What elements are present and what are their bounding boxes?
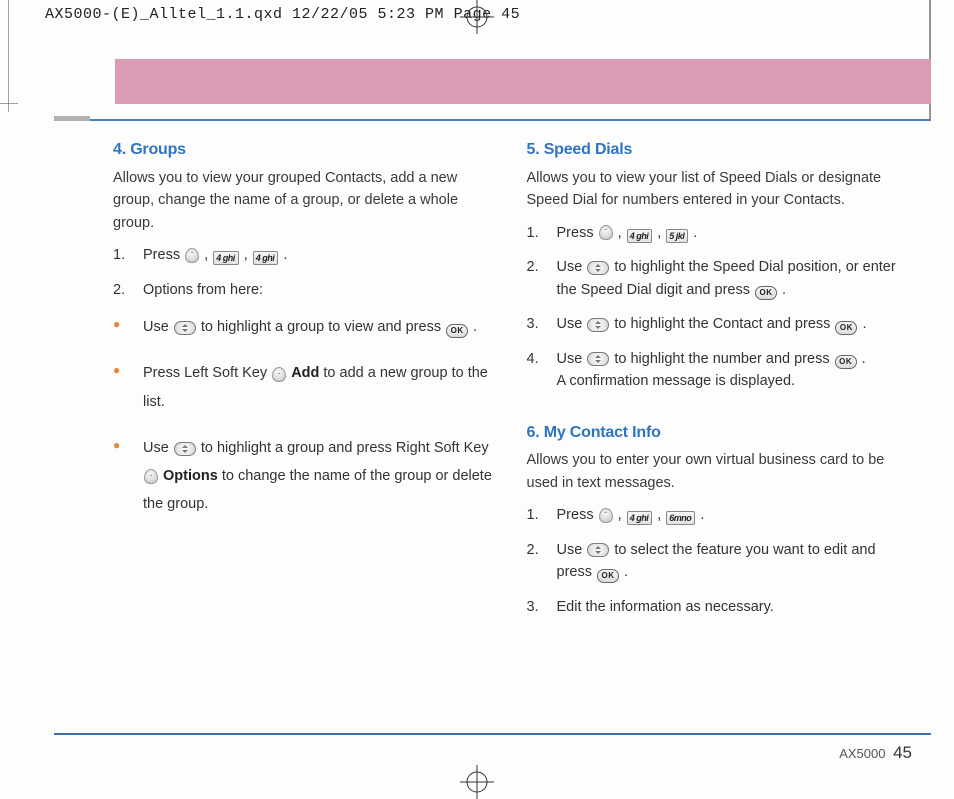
section-intro: Allows you to view your list of Speed Di…: [527, 167, 913, 212]
section-title: 5. Speed Dials: [527, 138, 913, 163]
section-title: 6. My Contact Info: [527, 421, 913, 446]
text-run: ,: [244, 247, 252, 263]
header-color-band: [115, 59, 931, 104]
text-run: ,: [657, 225, 665, 241]
ok-key-icon: OK: [835, 355, 857, 369]
softkey-icon: [144, 469, 158, 484]
bold-text: Add: [291, 365, 319, 381]
content-columns: 4. Groups Allows you to view your groupe…: [113, 138, 912, 719]
text-run: ,: [657, 507, 665, 523]
header-tick: [54, 116, 90, 121]
text-run: .: [624, 564, 628, 580]
step-item: Press , 4 ghi , 5 jkl .: [527, 222, 913, 244]
text-run: Use: [557, 259, 587, 275]
text-run: Use: [143, 319, 173, 335]
registration-mark-bottom-icon: [460, 765, 494, 799]
footer-model: AX5000: [839, 746, 885, 761]
bullet-item: Use to highlight a group to view and pre…: [113, 313, 499, 341]
softkey-icon: [272, 367, 286, 382]
key-6-icon: 6mno: [666, 511, 695, 525]
key-4-icon: 4 ghi: [213, 251, 239, 265]
key-4-icon: 4 ghi: [627, 229, 653, 243]
registration-mark-top-icon: [460, 0, 494, 34]
crop-mark-icon: [0, 103, 18, 104]
footer-page-number: 45: [893, 743, 912, 762]
text-run: ,: [204, 247, 212, 263]
section-intro: Allows you to view your grouped Contacts…: [113, 167, 499, 234]
text-run: ,: [618, 225, 626, 241]
section-intro: Allows you to enter your own virtual bus…: [527, 449, 913, 494]
left-column: 4. Groups Allows you to view your groupe…: [113, 138, 499, 719]
nav-key-icon: [587, 318, 609, 332]
step-item: Press , 4 ghi , 4 ghi .: [113, 244, 499, 266]
nav-key-icon: [174, 442, 196, 456]
print-slug: AX5000-(E)_Alltel_1.1.qxd 12/22/05 5:23 …: [45, 6, 520, 23]
section-4-groups: 4. Groups Allows you to view your groupe…: [113, 138, 499, 519]
text-run: to highlight a group to view and press: [201, 319, 445, 335]
text-run: Press: [143, 247, 184, 263]
text-run: to highlight the number and press: [614, 351, 833, 367]
step-item: Options from here:: [113, 279, 499, 301]
key-5-icon: 5 jkl: [666, 229, 688, 243]
key-4-icon: 4 ghi: [627, 511, 653, 525]
text-run: ,: [618, 507, 626, 523]
text-run: Use: [557, 542, 587, 558]
softkey-icon: [599, 508, 613, 523]
nav-key-icon: [587, 261, 609, 275]
text-run: Edit the information as necessary.: [557, 599, 774, 615]
text-run: .: [473, 319, 477, 335]
step-item: Use to highlight the Contact and press O…: [527, 313, 913, 335]
text-run: Press: [557, 225, 598, 241]
text-run: .: [693, 225, 697, 241]
text-run: Press Left Soft Key: [143, 365, 271, 381]
step-item: Use to highlight the number and press OK…: [527, 348, 913, 393]
text-run: .: [862, 316, 866, 332]
bold-text: Options: [163, 468, 218, 484]
text-run: Use: [143, 440, 173, 456]
ok-key-icon: OK: [835, 321, 857, 335]
bullet-item: Use to highlight a group and press Right…: [113, 434, 499, 519]
step-item: Edit the information as necessary.: [527, 596, 913, 618]
text-run: to highlight a group and press Right Sof…: [201, 440, 489, 456]
text-run: .: [862, 351, 866, 367]
section-6-my-contact-info: 6. My Contact Info Allows you to enter y…: [527, 421, 913, 619]
text-run: Press: [557, 507, 598, 523]
ok-key-icon: OK: [755, 286, 777, 300]
text-run: A confirmation message is displayed.: [557, 373, 796, 389]
step-item: Press , 4 ghi , 6mno .: [527, 504, 913, 526]
section-5-speed-dials: 5. Speed Dials Allows you to view your l…: [527, 138, 913, 393]
text-run: to highlight the Contact and press: [614, 316, 834, 332]
text-run: Use: [557, 316, 587, 332]
text-run: .: [700, 507, 704, 523]
key-4-icon: 4 ghi: [253, 251, 279, 265]
ok-key-icon: OK: [597, 569, 619, 583]
softkey-icon: [599, 225, 613, 240]
text-run: .: [782, 282, 786, 298]
text-run: Options from here:: [143, 282, 263, 298]
softkey-icon: [185, 248, 199, 263]
step-item: Use to select the feature you want to ed…: [527, 539, 913, 584]
nav-key-icon: [174, 321, 196, 335]
nav-key-icon: [587, 543, 609, 557]
bullet-item: Press Left Soft Key Add to add a new gro…: [113, 359, 499, 416]
text-run: .: [283, 247, 287, 263]
header-rule: [54, 119, 931, 121]
right-column: 5. Speed Dials Allows you to view your l…: [527, 138, 913, 719]
page-footer: AX5000 45: [839, 743, 912, 763]
ok-key-icon: OK: [446, 324, 468, 338]
text-run: Use: [557, 351, 587, 367]
crop-mark-icon: [8, 0, 9, 112]
step-item: Use to highlight the Speed Dial position…: [527, 256, 913, 301]
section-title: 4. Groups: [113, 138, 499, 163]
nav-key-icon: [587, 352, 609, 366]
footer-rule: [54, 733, 931, 735]
